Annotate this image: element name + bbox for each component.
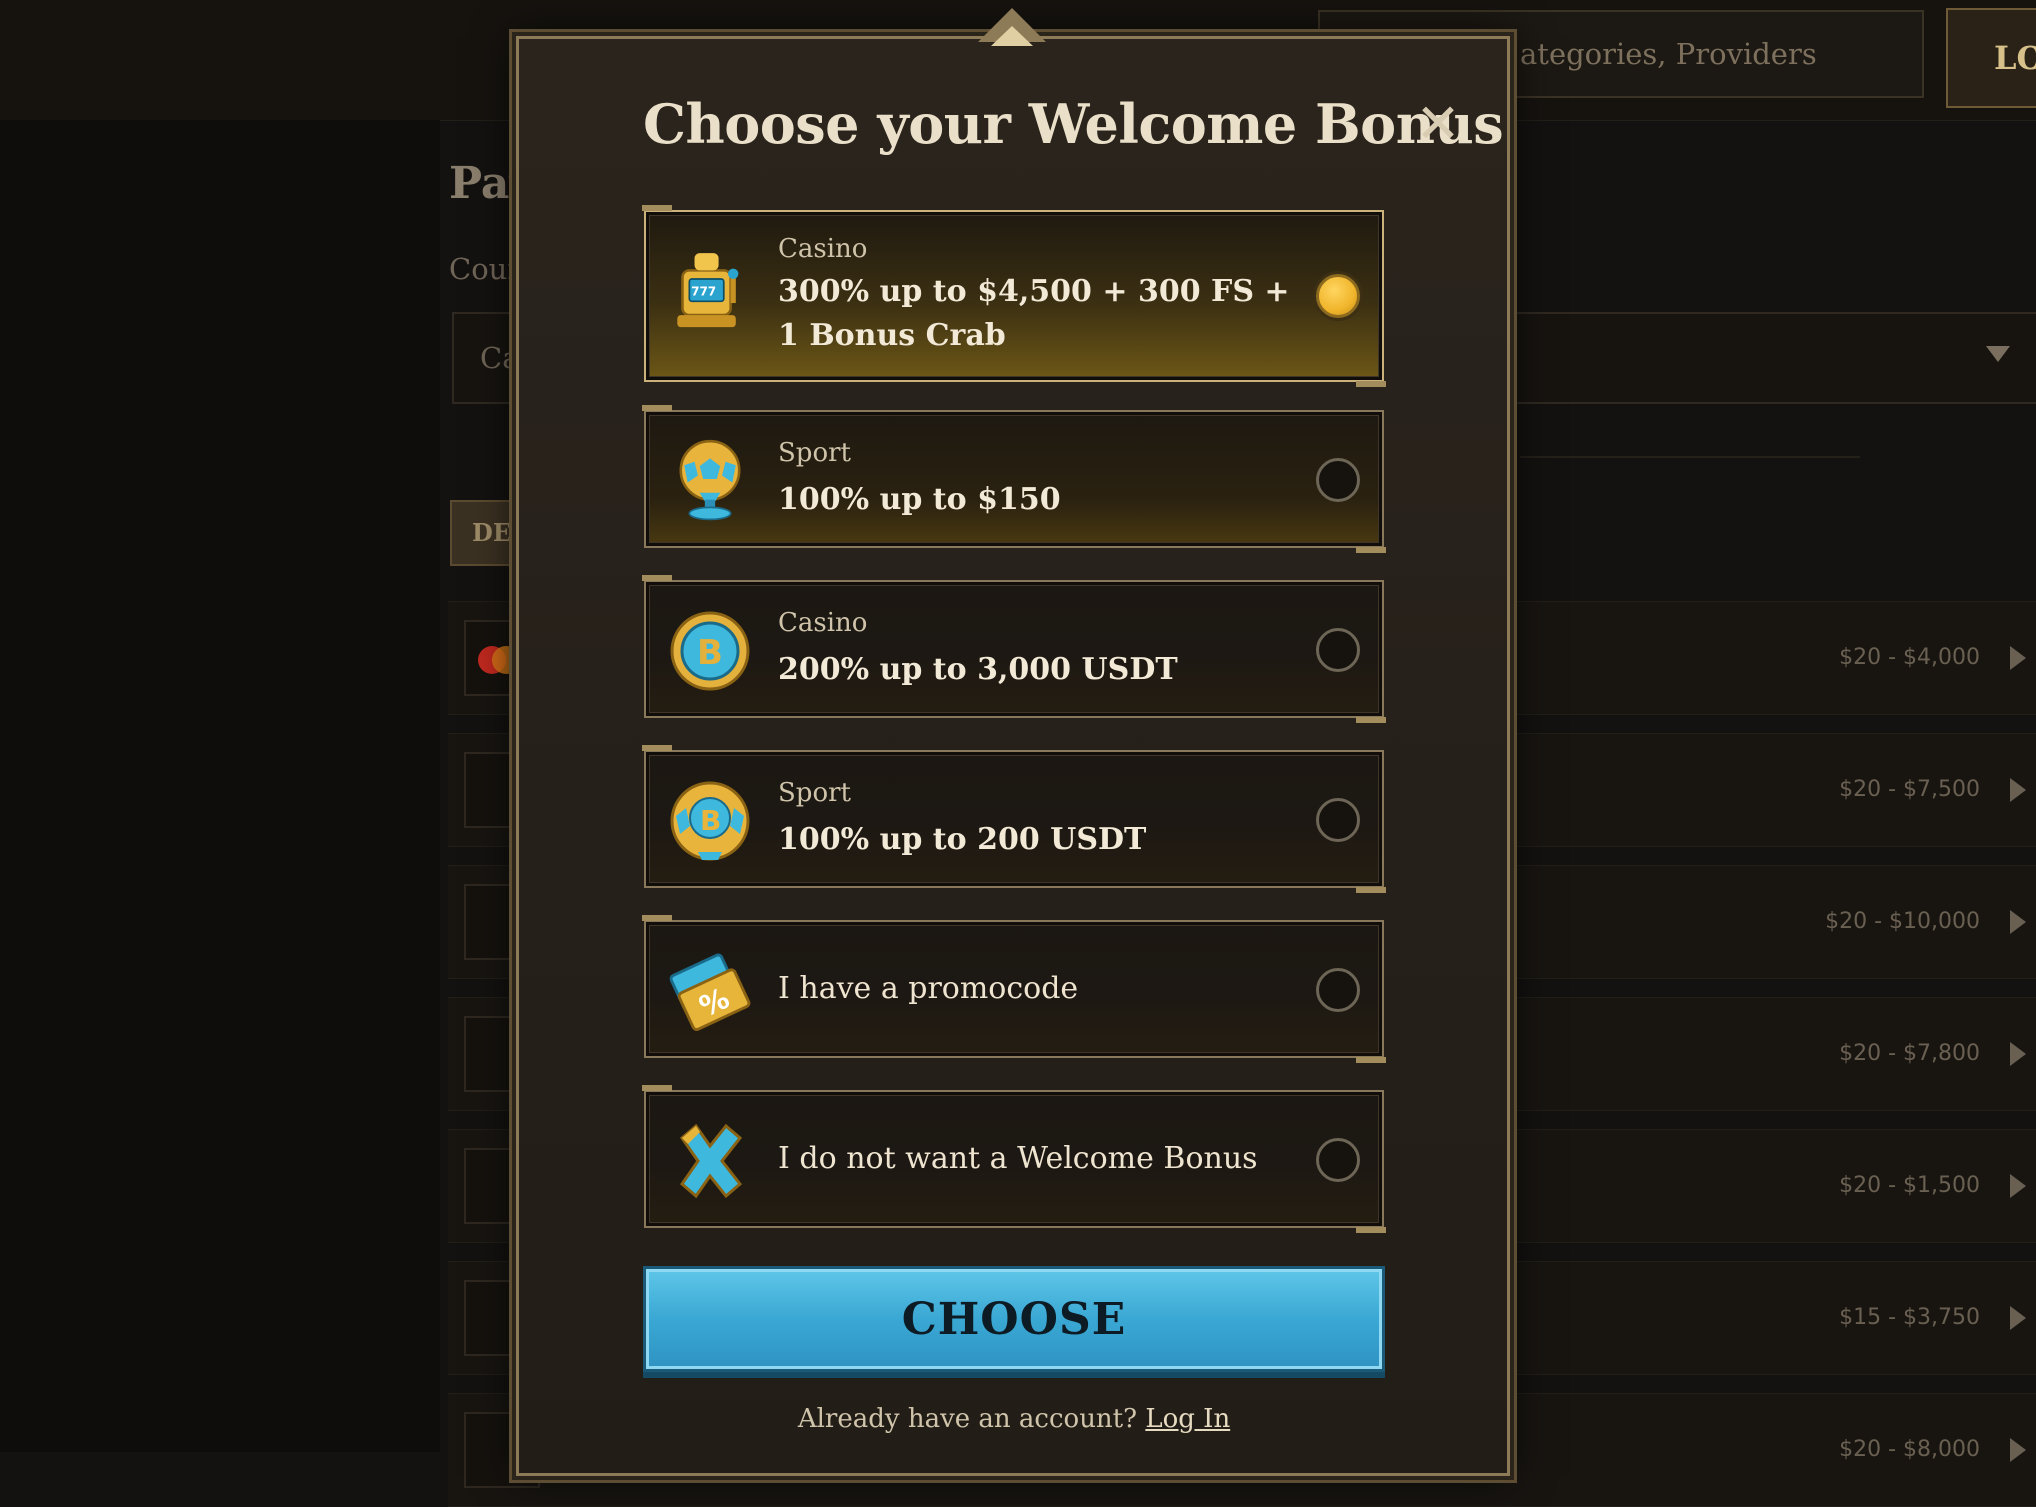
modal-title: Choose your Welcome Bonus <box>643 92 1504 156</box>
bonus-option-casino-usdt[interactable]: B Casino 200% up to 3,000 USDT <box>642 575 1386 723</box>
bonus-option-casino[interactable]: 777 Casino 300% up to $4,500 + 300 FS + … <box>642 205 1386 387</box>
chevron-right-icon <box>2010 1306 2026 1330</box>
cross-icon <box>679 1123 743 1199</box>
frame-corner <box>1356 381 1386 387</box>
radio-unselected[interactable] <box>1316 1138 1360 1182</box>
option-offer: 300% up to $4,500 + 300 FS + 1 Bonus Cra… <box>778 274 1290 353</box>
radio-unselected[interactable] <box>1316 798 1360 842</box>
sidebar <box>0 120 440 1452</box>
option-label: I have a promocode <box>778 971 1079 1006</box>
radio-unselected[interactable] <box>1316 968 1360 1012</box>
frame-corner <box>1356 887 1386 893</box>
method-range: $20 - $8,000 <box>1839 1437 1980 1462</box>
bonus-option-sport[interactable]: Sport 100% up to $150 <box>642 405 1386 553</box>
login-prompt: Already have an account? Log In <box>644 1404 1384 1434</box>
svg-text:777: 777 <box>691 284 716 298</box>
option-offer: 100% up to $150 <box>778 482 1061 517</box>
slot-machine-icon: 777 <box>677 253 739 328</box>
chevron-down-icon <box>1986 346 2010 362</box>
method-range: $20 - $7,500 <box>1839 777 1980 802</box>
chevron-right-icon <box>2010 1042 2026 1066</box>
frame-corner <box>1356 547 1386 553</box>
option-offer: 100% up to 200 USDT <box>778 822 1147 857</box>
method-range: $20 - $1,500 <box>1839 1173 1980 1198</box>
chevron-right-icon <box>2010 1174 2026 1198</box>
option-category: Casino <box>778 234 868 264</box>
radio-unselected[interactable] <box>1316 458 1360 502</box>
method-range: $20 - $10,000 <box>1825 909 1980 934</box>
radio-unselected[interactable] <box>1316 628 1360 672</box>
frame-corner <box>642 1085 672 1091</box>
chevron-right-icon <box>2010 778 2026 802</box>
divider <box>1520 456 1860 458</box>
bonus-option-promocode[interactable]: % I have a promocode <box>642 915 1386 1063</box>
frame-corner <box>642 915 672 921</box>
chevron-right-icon <box>2010 646 2026 670</box>
option-label: I do not want a Welcome Bonus <box>778 1141 1258 1176</box>
method-range: $15 - $3,750 <box>1839 1305 1980 1330</box>
frame-corner <box>642 205 672 211</box>
svg-text:B: B <box>700 804 721 837</box>
frame-corner <box>1356 717 1386 723</box>
frame-corner <box>1356 1057 1386 1063</box>
frame-corner <box>642 575 672 581</box>
country-label: Cour <box>449 252 522 286</box>
method-range: $20 - $7,800 <box>1839 1041 1980 1066</box>
frame-corner <box>642 405 672 411</box>
chevron-right-icon <box>2010 910 2026 934</box>
bonus-option-sport-usdt[interactable]: B Sport 100% up to 200 USDT <box>642 745 1386 893</box>
bitcoin-ball-icon: B <box>670 781 750 861</box>
method-range: $20 - $4,000 <box>1839 645 1980 670</box>
svg-text:B: B <box>697 633 723 673</box>
frame-corner <box>1356 1227 1386 1233</box>
modal-notch-inner <box>991 26 1033 46</box>
bitcoin-coin-icon: B <box>670 611 750 691</box>
login-link[interactable]: Log In <box>1145 1404 1230 1434</box>
radio-selected[interactable] <box>1316 274 1360 318</box>
option-category: Sport <box>778 438 851 468</box>
close-icon[interactable]: ✕ <box>1410 96 1466 152</box>
promo-tickets-icon: % <box>669 953 751 1031</box>
bonus-option-none[interactable]: I do not want a Welcome Bonus <box>642 1085 1386 1233</box>
choose-button[interactable]: CHOOSE <box>643 1266 1385 1372</box>
login-button[interactable]: LO <box>1946 8 2036 108</box>
chevron-right-icon <box>2010 1438 2026 1462</box>
option-offer: 200% up to 3,000 USDT <box>778 652 1178 687</box>
option-category: Casino <box>778 608 868 638</box>
option-category: Sport <box>778 778 851 808</box>
login-prompt-text: Already have an account? <box>797 1404 1138 1434</box>
frame-corner <box>642 745 672 751</box>
soccer-trophy-icon <box>679 439 741 521</box>
